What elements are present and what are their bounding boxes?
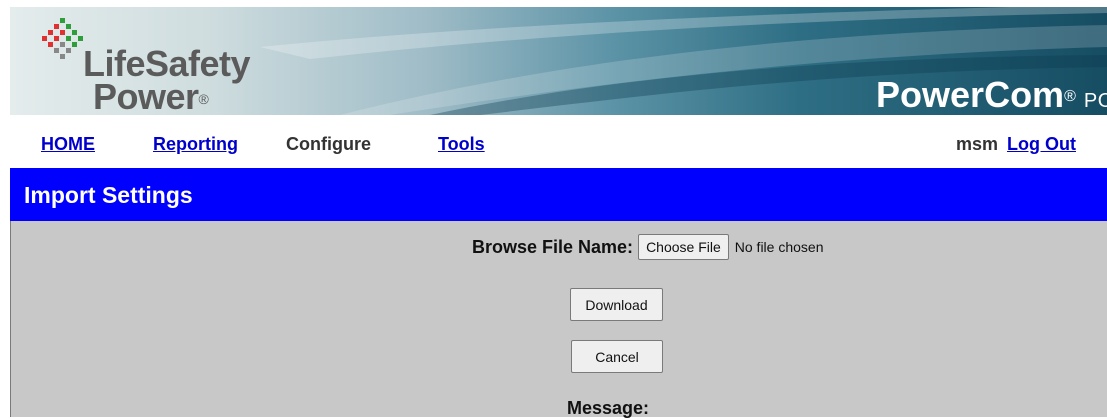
company-logo-text: LifeSafety Power® (83, 46, 251, 115)
message-label: Message: (567, 398, 650, 418)
nav-tools-link[interactable]: Tools (438, 134, 485, 154)
nav-home-link[interactable]: HOME (41, 134, 95, 154)
nav-reporting-link[interactable]: Reporting (153, 134, 238, 154)
logo-registered-mark: ® (198, 91, 209, 107)
product-tail-text: POWE (1083, 90, 1107, 112)
logout-link[interactable]: Log Out (1007, 134, 1076, 154)
product-name: PowerCom (876, 74, 1065, 115)
browse-file-row: Browse File Name: Choose File No file ch… (472, 233, 823, 261)
logo-line2: Power (93, 76, 199, 115)
nav-configure-item[interactable]: Configure (286, 134, 371, 154)
product-registered-mark: ® (1064, 88, 1076, 105)
choose-file-button[interactable]: Choose File (638, 234, 729, 260)
top-navigation: HOME Reporting Configure Tools msm Log O… (10, 115, 1107, 168)
user-area: msm Log Out (956, 134, 1076, 154)
import-settings-form: Browse File Name: Choose File No file ch… (10, 221, 1107, 418)
page-title-bar: Import Settings (10, 168, 1107, 221)
page-title: Import Settings (24, 182, 193, 208)
cancel-button[interactable]: Cancel (571, 340, 663, 373)
header-banner: LifeSafety Power® PowerCom®POWE (10, 7, 1107, 115)
file-status-text: No file chosen (734, 239, 824, 255)
username-label: msm (955, 134, 998, 154)
product-title: PowerCom® POWE (876, 77, 1107, 115)
browse-file-label: Browse File Name: (472, 236, 634, 257)
download-button[interactable]: Download (570, 288, 663, 321)
